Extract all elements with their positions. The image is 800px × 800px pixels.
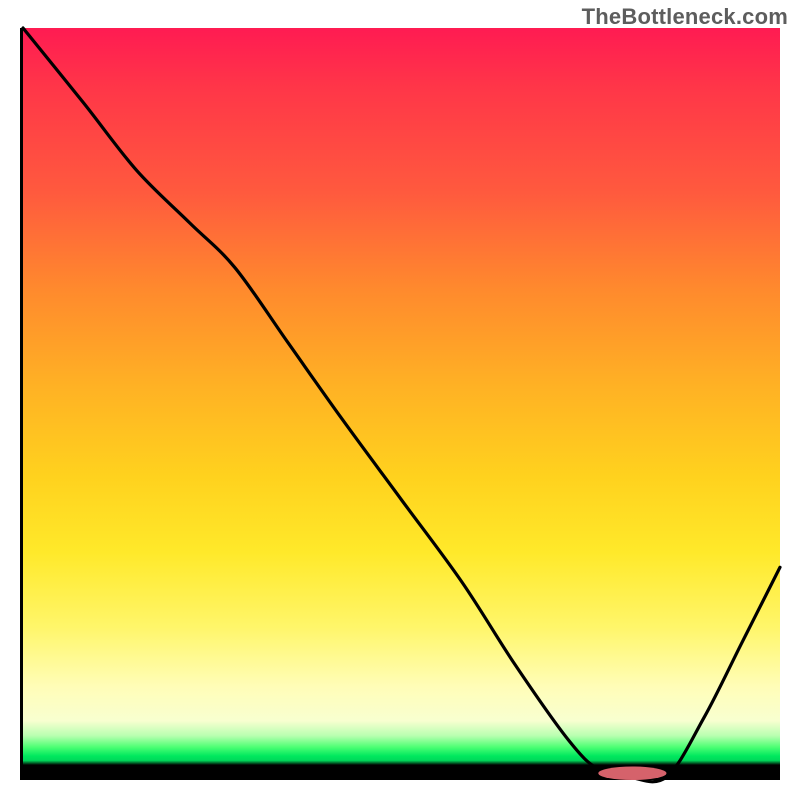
- minimum-marker: [598, 767, 666, 780]
- curve-layer: [23, 28, 780, 777]
- plot-area: [20, 28, 780, 780]
- chart-container: TheBottleneck.com: [0, 0, 800, 800]
- watermark-text: TheBottleneck.com: [582, 4, 788, 30]
- bottleneck-curve: [23, 28, 780, 782]
